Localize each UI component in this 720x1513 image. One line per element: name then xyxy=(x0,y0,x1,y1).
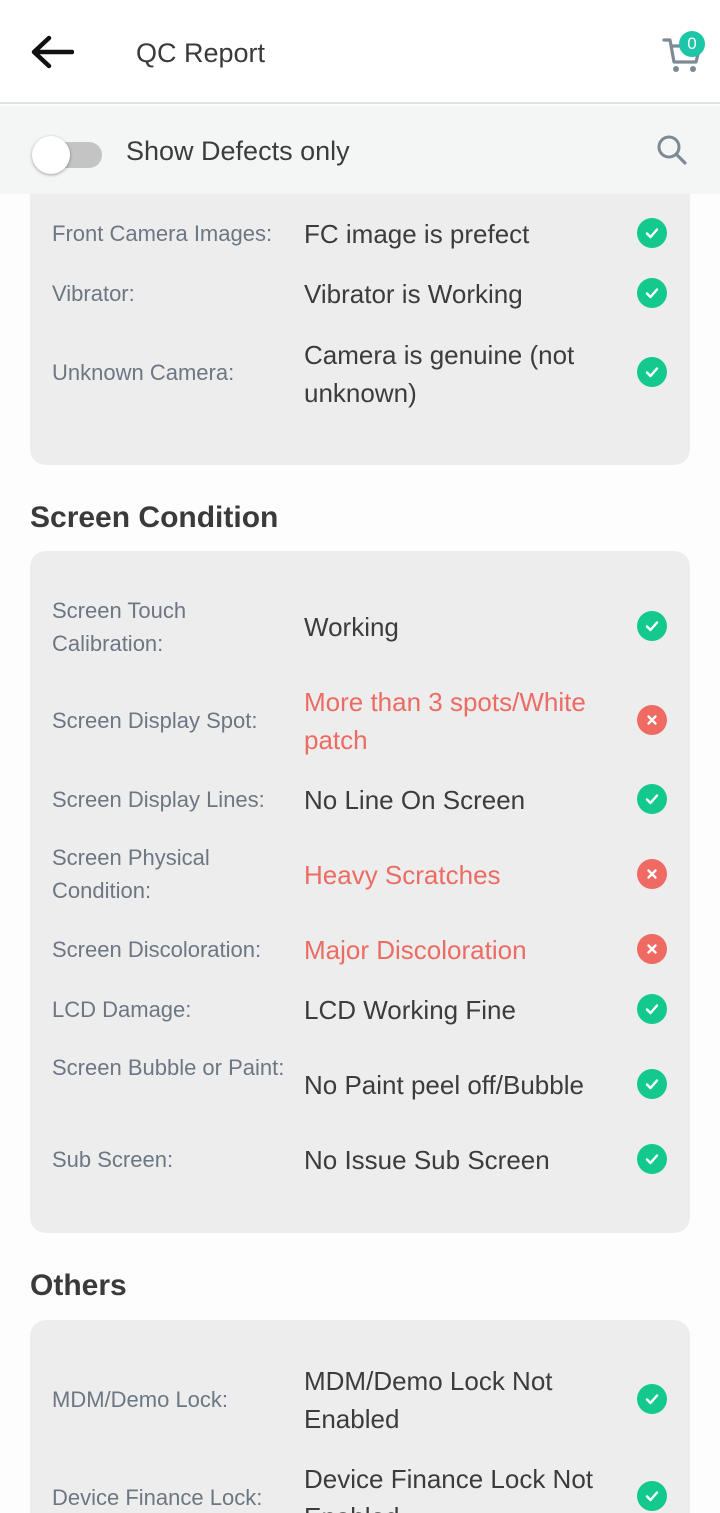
cross-icon xyxy=(637,705,667,735)
page-title: QC Report xyxy=(136,38,266,68)
row-label: Screen Physical Condition: xyxy=(52,845,210,903)
row-label: Screen Display Lines: xyxy=(52,787,265,812)
search-button[interactable] xyxy=(650,128,694,172)
filter-bar xyxy=(0,106,720,194)
row-label: Vibrator: xyxy=(52,281,135,306)
row-label: Screen Bubble or Paint: xyxy=(52,1055,285,1080)
row-label: LCD Damage: xyxy=(52,997,192,1022)
cross-icon xyxy=(637,859,667,889)
check-icon xyxy=(637,1069,667,1099)
section-title-screen-condition: Screen Condition xyxy=(30,501,279,534)
row-value: No Paint peel off/Bubble xyxy=(304,1070,584,1100)
row-value-defect: More than 3 spots/White patch xyxy=(304,687,586,755)
check-icon xyxy=(637,218,667,248)
row-label: Screen Discoloration: xyxy=(52,937,262,962)
show-defects-label: Show Defects only xyxy=(126,136,350,166)
check-icon xyxy=(637,278,667,308)
row-label: Screen Touch Calibration: xyxy=(52,598,187,656)
search-icon xyxy=(657,135,687,165)
row-label: MDM/Demo Lock: xyxy=(52,1387,229,1412)
row-label: Sub Screen: xyxy=(52,1147,174,1172)
row-value: Working xyxy=(304,612,399,642)
row-value: Vibrator is Working xyxy=(304,279,523,309)
back-arrow-icon xyxy=(31,35,74,69)
row-value: MDM/Demo Lock Not Enabled xyxy=(304,1366,553,1434)
check-icon xyxy=(637,357,667,387)
check-icon xyxy=(637,1481,667,1511)
row-value: Camera is genuine (not unknown) xyxy=(304,340,575,408)
show-defects-toggle[interactable] xyxy=(32,133,104,177)
cross-icon xyxy=(637,934,667,964)
check-icon xyxy=(637,1384,667,1414)
section-title-others: Others xyxy=(30,1269,127,1302)
toggle-knob xyxy=(32,136,70,174)
check-icon xyxy=(637,611,667,641)
row-value-defect: Major Discoloration xyxy=(304,935,527,965)
row-label: Device Finance Lock: xyxy=(52,1485,263,1510)
row-value: FC image is prefect xyxy=(304,219,530,249)
row-value: Device Finance Lock Not Enabled xyxy=(304,1464,594,1513)
cart-count-badge: 0 xyxy=(679,31,705,57)
check-icon xyxy=(637,1144,667,1174)
back-button[interactable] xyxy=(28,30,76,74)
row-label: Front Camera Images: xyxy=(52,221,273,246)
row-label: Screen Display Spot: xyxy=(52,708,258,733)
app-header: QC Report 0 xyxy=(0,0,720,104)
row-value: LCD Working Fine xyxy=(304,995,516,1025)
row-value-defect: Heavy Scratches xyxy=(304,860,501,890)
row-value: No Line On Screen xyxy=(304,785,526,815)
check-icon xyxy=(637,994,667,1024)
row-label: Unknown Camera: xyxy=(52,360,235,385)
check-icon xyxy=(637,784,667,814)
row-value: No Issue Sub Screen xyxy=(304,1145,550,1175)
